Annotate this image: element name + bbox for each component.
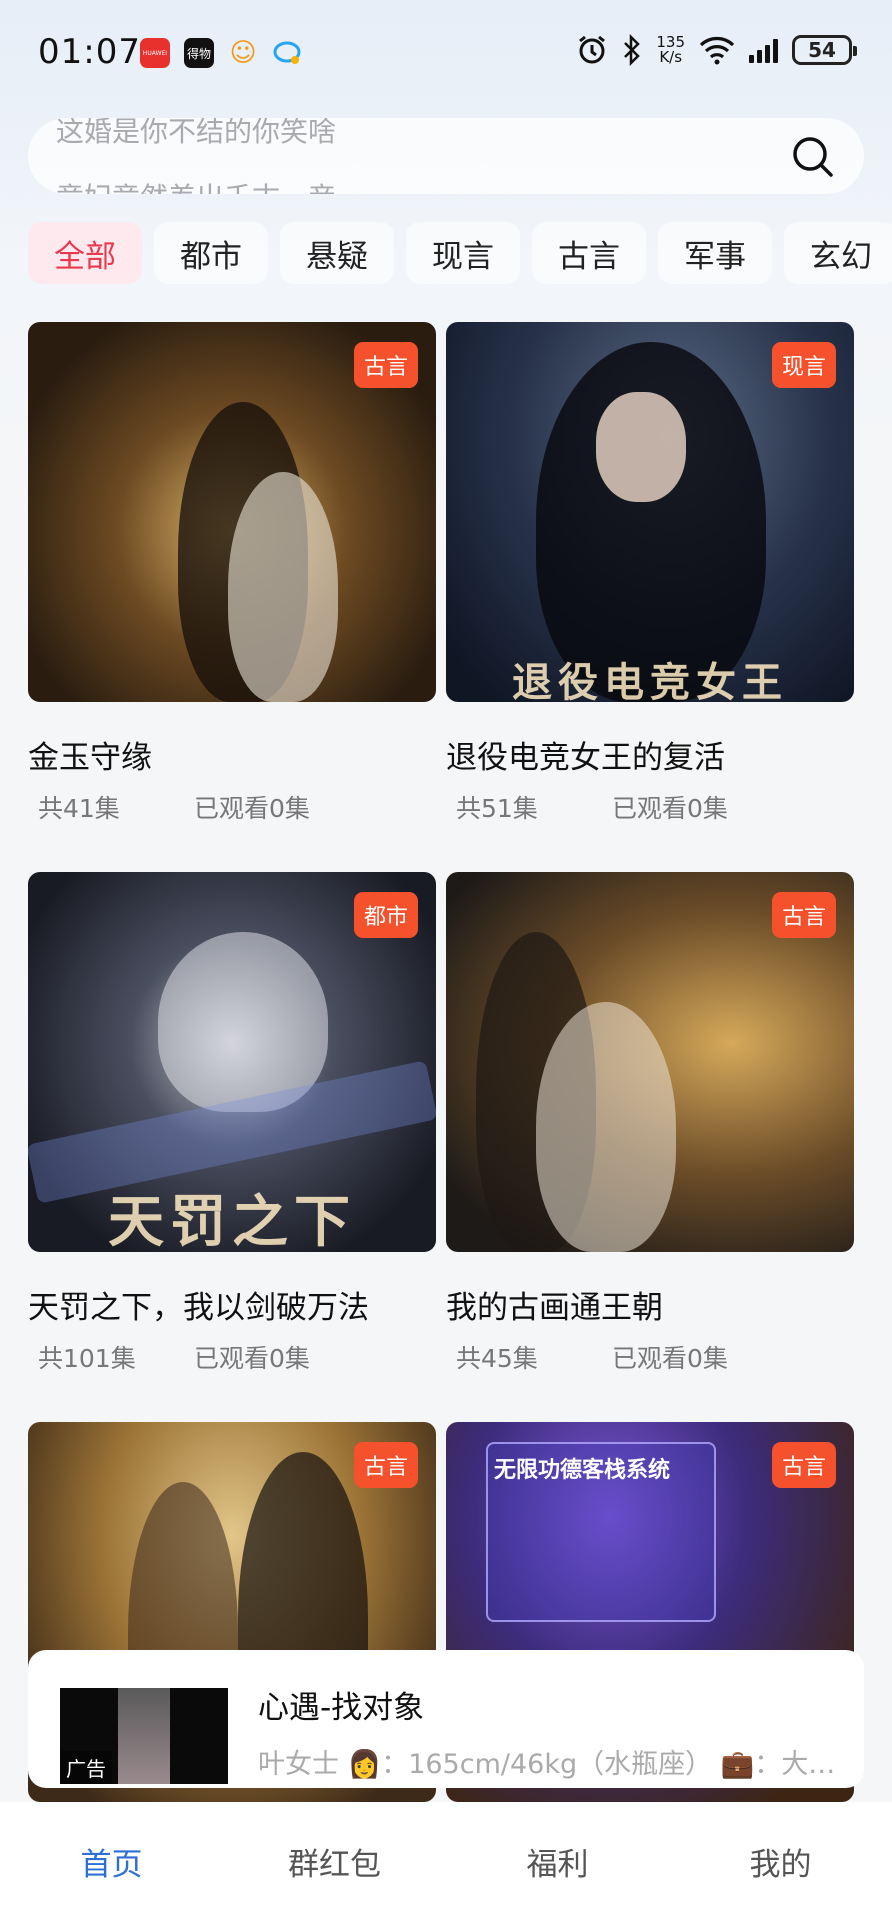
watched-count: 已观看0集 (612, 1344, 728, 1373)
episode-count: 共41集 (38, 794, 120, 823)
taobao-icon: ☺ (229, 38, 257, 68)
tab-modern-romance[interactable]: 现言 (406, 222, 520, 284)
genre-badge: 现言 (771, 342, 836, 388)
search-bar[interactable]: 这婚是你不结的你笑啥 竟妃竟然差出千古一帝 (28, 118, 864, 194)
drama-cover[interactable]: 都市 天罚之下 (28, 872, 436, 1252)
tab-urban[interactable]: 都市 (154, 222, 268, 284)
tab-military[interactable]: 军事 (658, 222, 772, 284)
status-indicators: 135 K/s 54 (576, 33, 857, 66)
nav-welfare[interactable]: 福利 (446, 1802, 669, 1920)
ad-thumbnail[interactable]: 广告 (60, 1688, 228, 1784)
network-speed: 135 K/s (656, 33, 685, 66)
status-bar: 01:07 HUAWEI 得物 ☺ 135 K/s 54 (0, 0, 892, 108)
episode-count: 共101集 (38, 1344, 136, 1373)
tab-mystery[interactable]: 悬疑 (280, 222, 394, 284)
huawei-store-icon: HUAWEI (140, 38, 170, 68)
drama-cover[interactable]: 古言 (28, 322, 436, 702)
search-icon[interactable] (790, 134, 836, 180)
search-suggestion-previous: 这婚是你不结的你笑啥 (56, 118, 337, 148)
battery-indicator: 54 (792, 35, 857, 65)
drama-title[interactable]: 金玉守缘 (28, 732, 436, 777)
drama-card[interactable]: 古言 我的古画通王朝 共45集 已观看0集 (446, 872, 854, 1375)
drama-card[interactable]: 都市 天罚之下 天罚之下，我以剑破万法 共101集 已观看0集 (28, 872, 436, 1375)
ad-description: 叶女士 👩：165cm/46kg（水瓶座） 💼：大… (258, 1749, 836, 1780)
genre-badge: 古言 (771, 892, 836, 938)
search-suggestion-next: 竟妃竟然差出千古一帝 (56, 176, 336, 194)
tab-ancient-romance[interactable]: 古言 (532, 222, 646, 284)
cover-art-text: 退役电竞女王 (512, 659, 788, 702)
watched-count: 已观看0集 (612, 794, 728, 823)
nav-me[interactable]: 我的 (669, 1802, 892, 1920)
genre-badge: 古言 (353, 342, 418, 388)
bluetooth-icon (624, 34, 641, 66)
dewu-app-icon: 得物 (184, 38, 214, 68)
notification-icons: HUAWEI 得物 ☺ (140, 38, 302, 68)
bottom-navigation: 首页 群红包 福利 我的 (0, 1802, 892, 1920)
drama-title[interactable]: 我的古画通王朝 (446, 1282, 854, 1327)
ad-banner[interactable]: 广告 心遇-找对象 叶女士 👩：165cm/46kg（水瓶座） 💼：大… (28, 1650, 864, 1788)
episode-count: 共51集 (456, 794, 538, 823)
status-time: 01:07 (38, 32, 141, 72)
drama-card[interactable]: 现言 退役电竞女王 退役电竞女王的复活 共51集 已观看0集 (446, 322, 854, 825)
tab-all[interactable]: 全部 (28, 222, 142, 284)
alarm-icon (579, 35, 606, 64)
drama-title[interactable]: 天罚之下，我以剑破万法 (28, 1282, 436, 1327)
cover-art-text: 无限功德客栈系统 (494, 1458, 671, 1483)
watched-count: 已观看0集 (194, 794, 310, 823)
category-tabs: 全部 都市 悬疑 现言 古言 军事 玄幻 (28, 222, 892, 284)
watched-count: 已观看0集 (194, 1344, 310, 1373)
drama-title[interactable]: 退役电竞女王的复活 (446, 732, 854, 777)
genre-badge: 古言 (771, 1442, 836, 1488)
genre-badge: 古言 (353, 1442, 418, 1488)
ad-label: 广告 (60, 1751, 112, 1784)
nav-group-red-packet[interactable]: 群红包 (223, 1802, 446, 1920)
chat-bubble-icon (272, 38, 302, 68)
drama-card[interactable]: 古言 金玉守缘 共41集 已观看0集 (28, 322, 436, 825)
nav-home[interactable]: 首页 (0, 1802, 223, 1920)
ad-title[interactable]: 心遇-找对象 (258, 1682, 424, 1727)
drama-cover[interactable]: 现言 退役电竞女王 (446, 322, 854, 702)
drama-cover[interactable]: 古言 (446, 872, 854, 1252)
wifi-icon (699, 37, 735, 65)
tab-fantasy[interactable]: 玄幻 (784, 222, 892, 284)
cover-art-text: 天罚之下 (108, 1189, 356, 1252)
episode-count: 共45集 (456, 1344, 538, 1373)
genre-badge: 都市 (353, 892, 418, 938)
cell-signal-icon (749, 37, 778, 63)
